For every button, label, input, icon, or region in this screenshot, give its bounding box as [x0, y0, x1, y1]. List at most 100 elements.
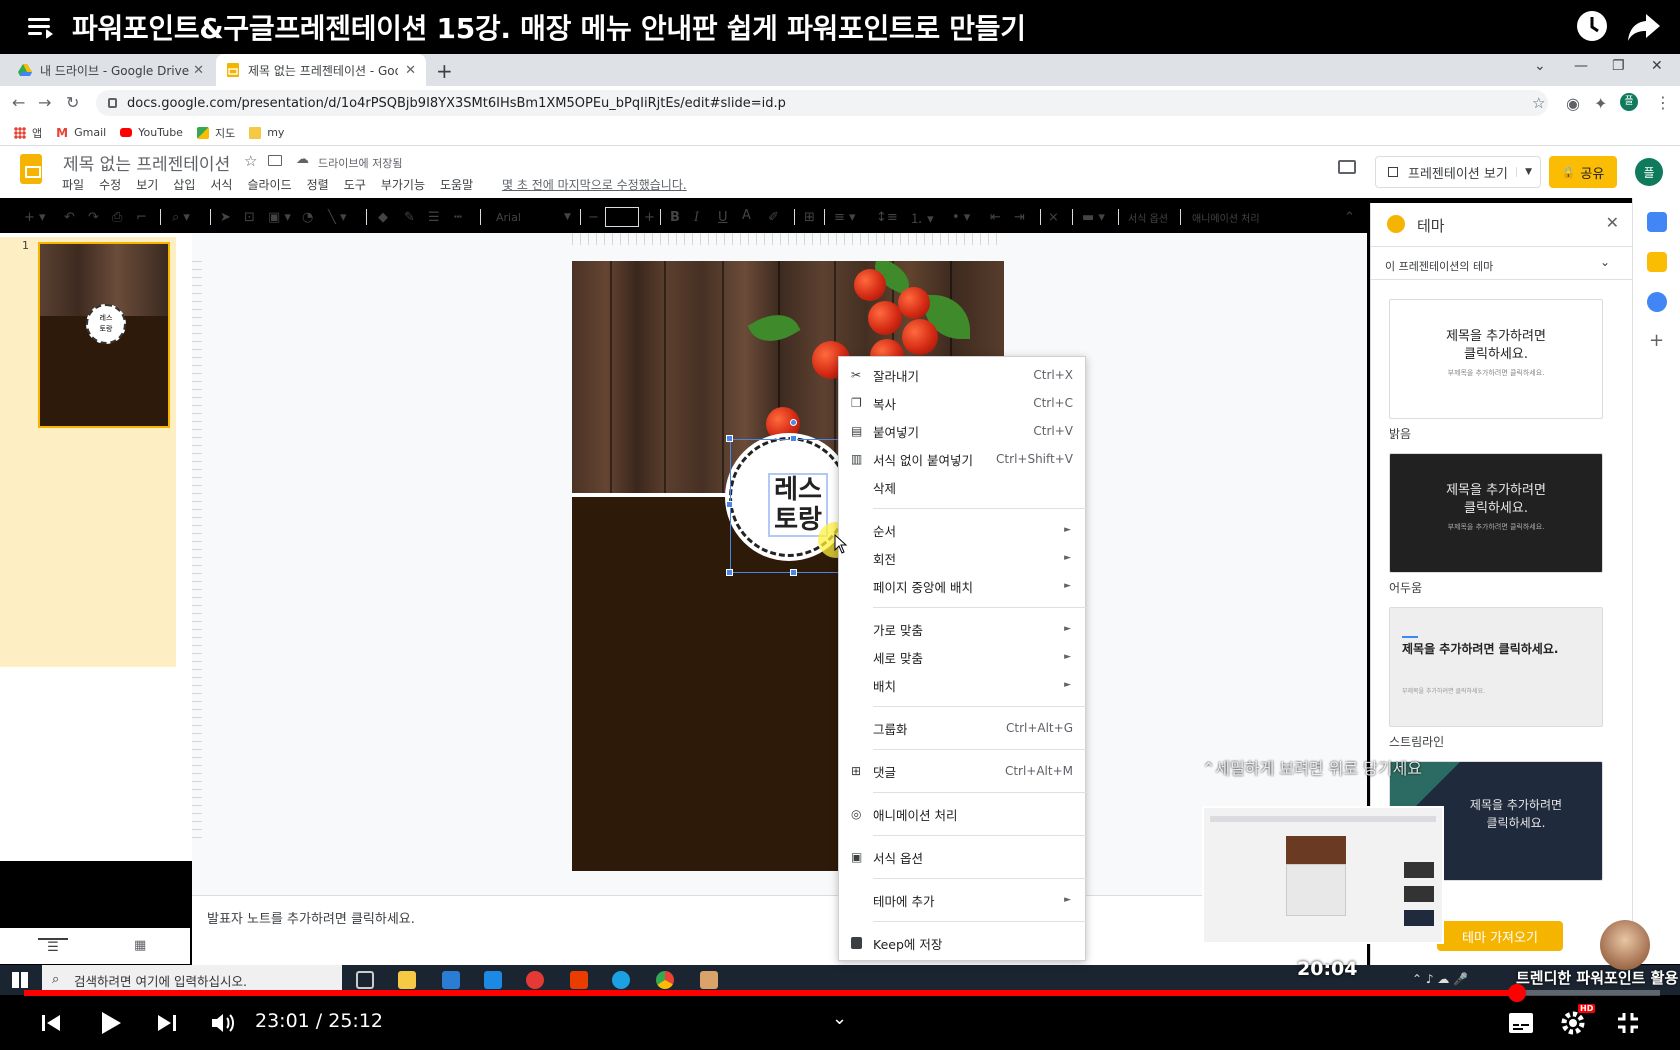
previous-icon[interactable]: [40, 1012, 62, 1034]
menu-item-comment[interactable]: ⊞ 댓글 Ctrl+Alt+M: [839, 759, 1087, 783]
office-icon[interactable]: [570, 971, 588, 989]
app-icon[interactable]: [526, 971, 544, 989]
increase-indent-icon[interactable]: ⇥: [1014, 207, 1025, 227]
new-slide-icon[interactable]: + ▾: [24, 207, 46, 227]
minimize-icon[interactable]: —: [1574, 58, 1588, 74]
menu-item-paste-plain[interactable]: ▥ 서식 없이 붙여넣기 Ctrl+Shift+V: [839, 447, 1087, 471]
present-button[interactable]: 프레젠테이션 보기 ▼: [1375, 156, 1541, 188]
menu-item-animate[interactable]: ◎ 애니메이션 처리: [839, 802, 1087, 826]
font-size-field[interactable]: [605, 207, 639, 227]
progress-scrubber[interactable]: [1508, 984, 1526, 1002]
border-weight-icon[interactable]: ☰: [428, 207, 440, 227]
menu-item-distribute[interactable]: 배치 ►: [839, 673, 1087, 697]
edge-icon[interactable]: [612, 971, 630, 989]
shape-icon[interactable]: ◔: [302, 207, 313, 227]
close-tab-icon[interactable]: ✕: [193, 63, 204, 78]
extension-icon[interactable]: ◉: [1566, 94, 1580, 113]
menu-item-delete[interactable]: 삭제: [839, 475, 1087, 499]
resize-handle[interactable]: [726, 569, 733, 576]
playlist-menu-icon[interactable]: [22, 10, 56, 44]
decrease-indent-icon[interactable]: ⇤: [990, 207, 1001, 227]
bookmark-star-icon[interactable]: ☆: [1532, 94, 1545, 112]
badge-text-box[interactable]: 레스 토랑: [768, 473, 828, 537]
bookmark-maps[interactable]: 지도: [196, 125, 235, 141]
tray-icons[interactable]: ⌃ ♪ ☁ 🎤: [1412, 972, 1468, 986]
chrome-icon[interactable]: [656, 971, 674, 989]
google-slides-logo-icon[interactable]: [20, 154, 42, 184]
animate-button[interactable]: 애니메이션 처리: [1192, 207, 1260, 227]
slide-thumbnail[interactable]: 레스 토랑: [38, 242, 170, 428]
import-theme-button[interactable]: 테마 가져오기: [1437, 921, 1563, 951]
menu-help[interactable]: 도움말: [440, 176, 473, 193]
border-dash-icon[interactable]: ┅: [454, 207, 462, 227]
menu-insert[interactable]: 삽입: [173, 176, 195, 193]
profile-icon[interactable]: 플: [1620, 93, 1638, 111]
menu-item-center-on-page[interactable]: 페이지 중앙에 배치 ►: [839, 574, 1087, 598]
theme-light[interactable]: 제목을 추가하려면 클릭하세요. 부제목을 추가하려면 클릭하세요.: [1389, 299, 1603, 419]
grid-view-icon[interactable]: ▦: [134, 938, 146, 953]
print-icon[interactable]: ⎙: [112, 207, 122, 227]
share-icon[interactable]: [1626, 10, 1662, 44]
border-style-icon[interactable]: ▬ ▾: [1082, 207, 1105, 227]
tab-google-drive[interactable]: 내 드라이브 - Google Drive ✕: [8, 54, 214, 86]
bookmark-youtube[interactable]: YouTube: [120, 126, 183, 139]
align-icon[interactable]: ≡ ▾: [834, 207, 856, 227]
menu-item-rotate[interactable]: 회전 ►: [839, 546, 1087, 570]
watch-later-icon[interactable]: [1574, 8, 1610, 44]
menu-view[interactable]: 보기: [136, 176, 158, 193]
tasks-icon[interactable]: [1647, 292, 1667, 312]
speaker-notes[interactable]: 발표자 노트를 추가하려면 클릭하세요.: [192, 895, 1367, 965]
forward-icon[interactable]: →: [38, 93, 51, 112]
collapse-toolbar-icon[interactable]: ⌃: [1344, 207, 1355, 227]
menu-item-add-to-theme[interactable]: 테마에 추가 ►: [839, 888, 1087, 912]
close-tab-icon[interactable]: ✕: [405, 63, 416, 78]
chrome-menu-icon[interactable]: ⋮: [1655, 93, 1671, 112]
add-addon-icon[interactable]: +: [1649, 330, 1664, 351]
task-view-icon[interactable]: [356, 971, 374, 989]
theme-dark[interactable]: 제목을 추가하려면 클릭하세요. 부제목을 추가하려면 클릭하세요.: [1389, 453, 1603, 573]
fill-color-icon[interactable]: ◆: [378, 207, 388, 227]
next-icon[interactable]: [156, 1012, 178, 1034]
text-color-icon[interactable]: A: [742, 207, 751, 227]
bookmark-folder-my[interactable]: my: [249, 126, 284, 139]
chapter-title[interactable]: 트렌디한 파워포인트 활용: [1516, 967, 1678, 988]
tab-search-icon[interactable]: ⌄: [1534, 58, 1546, 74]
undo-icon[interactable]: ↶: [64, 207, 75, 227]
app-icon[interactable]: [484, 971, 502, 989]
windows-start-icon[interactable]: [12, 972, 28, 988]
calendar-icon[interactable]: [1647, 212, 1667, 232]
bold-icon[interactable]: B: [670, 207, 680, 227]
video-title[interactable]: 파워포인트&구글프레젠테이션 15강. 매장 메뉴 안내판 쉽게 파워포인트로 …: [72, 7, 1026, 47]
font-select[interactable]: Arial: [496, 207, 521, 227]
keep-icon[interactable]: [1647, 252, 1667, 272]
restore-icon[interactable]: ❐: [1612, 58, 1625, 74]
menu-item-group[interactable]: 그룹화 Ctrl+Alt+G: [839, 716, 1087, 740]
account-avatar[interactable]: 플: [1635, 158, 1663, 186]
resize-handle[interactable]: [726, 435, 733, 442]
underline-icon[interactable]: U: [718, 207, 728, 227]
present-dropdown-icon[interactable]: ▼: [1516, 167, 1532, 177]
mail-icon[interactable]: [442, 971, 460, 989]
volume-icon[interactable]: [210, 1011, 236, 1035]
line-spacing-icon[interactable]: ↕≡: [876, 207, 898, 227]
subtitles-icon[interactable]: [1508, 1012, 1534, 1034]
chevron-down-icon[interactable]: ⌄: [1600, 255, 1610, 269]
font-dropdown-icon[interactable]: ▼: [564, 207, 571, 227]
menu-item-paste[interactable]: ▤ 붙여넣기 Ctrl+V: [839, 419, 1087, 443]
theme-streamline[interactable]: 제목을 추가하려면 클릭하세요. 부제목을 추가하려면 클릭하세요.: [1389, 607, 1603, 727]
reload-icon[interactable]: ↻: [66, 93, 79, 112]
channel-avatar[interactable]: [1600, 920, 1650, 970]
menu-slide[interactable]: 슬라이드: [247, 176, 291, 193]
app-icon[interactable]: [700, 971, 718, 989]
video-progress-bar[interactable]: [24, 984, 1660, 1002]
numbered-list-icon[interactable]: ⒈ ▾: [910, 207, 934, 227]
bulleted-list-icon[interactable]: • ▾: [952, 207, 970, 227]
comments-icon[interactable]: [1338, 160, 1356, 174]
italic-icon[interactable]: I: [694, 207, 699, 227]
file-explorer-icon[interactable]: [398, 971, 416, 989]
font-size-increase-icon[interactable]: +: [644, 207, 655, 227]
zoom-icon[interactable]: ⌕ ▾: [172, 207, 190, 227]
bookmark-apps[interactable]: 앱: [14, 125, 42, 141]
font-size-decrease-icon[interactable]: −: [588, 207, 599, 227]
border-color-icon[interactable]: ✎: [404, 207, 415, 227]
